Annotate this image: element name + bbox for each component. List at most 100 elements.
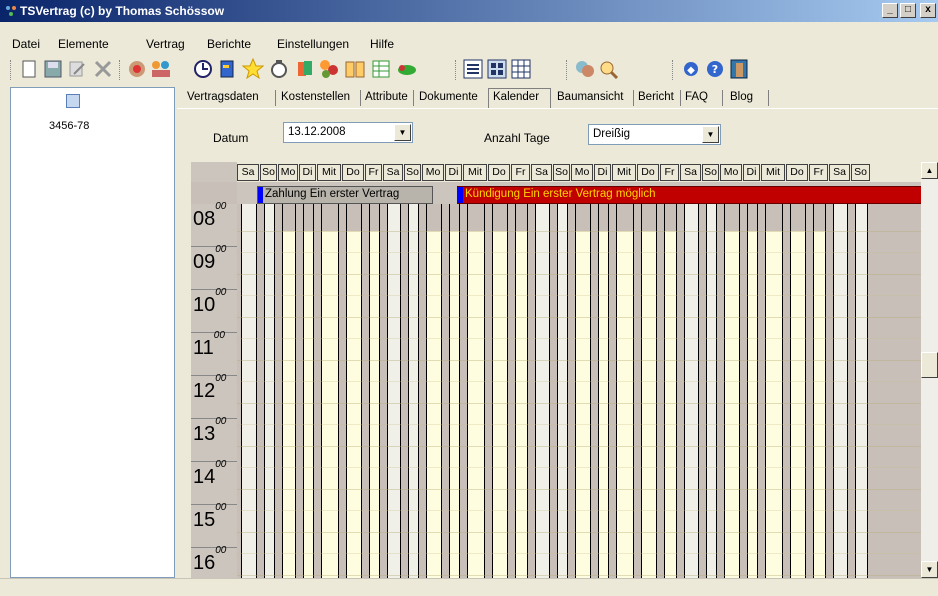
day-column[interactable] [282,204,296,578]
scroll-thumb[interactable] [921,352,938,378]
save-icon[interactable] [42,58,64,80]
day-column[interactable] [747,204,758,578]
view-list-icon[interactable] [462,58,484,80]
group-icon[interactable] [318,58,340,80]
menu-datei[interactable]: Datei [12,37,40,51]
help-icon[interactable]: ? [704,58,726,80]
day-column[interactable] [575,204,591,578]
day-column[interactable] [641,204,657,578]
day-column[interactable] [790,204,806,578]
day-column[interactable] [387,204,401,578]
search-icon[interactable] [598,58,620,80]
scroll-down-button[interactable]: ▼ [921,561,938,578]
minimize-button[interactable]: _ [882,3,898,18]
day-column[interactable] [598,204,609,578]
users-icon[interactable] [150,58,172,80]
tab-bericht[interactable]: Bericht [636,88,676,108]
edit-icon[interactable] [66,58,88,80]
tab-kalender[interactable]: Kalender [491,88,541,108]
hour-divider [191,547,237,548]
day-column[interactable] [765,204,783,578]
day-column[interactable] [706,204,717,578]
calendar-view[interactable]: Sa So Mo Di Mit Do Fr Sa So Mo Di Mit Do Fr Sa So Mo Di Mi… [191,162,921,578]
speaker-icon[interactable] [126,58,148,80]
day-column[interactable] [724,204,740,578]
day-header: Sa [829,164,850,181]
vertical-scrollbar[interactable]: ▲ ▼ [921,162,938,578]
day-header: Fr [809,164,828,181]
day-column[interactable] [467,204,485,578]
view-grid-icon[interactable] [510,58,532,80]
tab-baumansicht[interactable]: Baumansicht [555,88,625,108]
off-hours-band [347,204,361,231]
day-column[interactable] [813,204,826,578]
calendar-grid[interactable] [237,204,921,578]
day-column[interactable] [321,204,339,578]
day-header: Mit [761,164,785,181]
tab-blog[interactable]: Blog [728,88,755,108]
tools-icon[interactable] [396,58,418,80]
day-header: Sa [680,164,701,181]
day-header: So [851,164,870,181]
day-column[interactable] [535,204,550,578]
info-icon[interactable]: ◆ [680,58,702,80]
star-icon[interactable] [242,58,264,80]
tree-item-label[interactable]: 3456-78 [49,120,89,132]
open-book-icon[interactable] [344,58,366,80]
off-hours-band [493,204,507,231]
tab-kostenstellen[interactable]: Kostenstellen [279,88,352,108]
day-column[interactable] [833,204,848,578]
day-column[interactable] [241,204,257,578]
anzahl-tage-select[interactable]: Dreißig ▼ [588,124,721,145]
timer-icon[interactable] [268,58,290,80]
people-icon[interactable] [574,58,596,80]
tab-attribute[interactable]: Attribute [363,88,410,108]
view-details-icon[interactable] [486,58,508,80]
anzahl-tage-value: Dreißig [593,128,631,140]
spreadsheet-icon[interactable] [370,58,392,80]
tab-dokumente[interactable]: Dokumente [417,88,480,108]
day-column[interactable] [616,204,634,578]
menu-berichte[interactable]: Berichte [207,37,251,51]
datum-picker[interactable]: 13.12.2008 ▼ [283,122,413,143]
hour-gridline [237,575,921,576]
off-hours-band [766,204,782,231]
day-column[interactable] [492,204,508,578]
tab-faq[interactable]: FAQ [683,88,710,108]
off-hours-band [814,204,825,231]
scroll-up-button[interactable]: ▲ [921,162,938,179]
tab-vertragsdaten[interactable]: Vertragsdaten [185,88,261,108]
hour-gridline [237,231,921,232]
day-column[interactable] [449,204,460,578]
close-button[interactable]: x [920,3,936,18]
day-header: Sa [237,164,259,181]
day-column[interactable] [408,204,419,578]
exit-icon[interactable] [728,58,750,80]
day-column[interactable] [346,204,362,578]
day-column[interactable] [855,204,868,578]
document-icon[interactable] [66,94,80,108]
day-column[interactable] [664,204,677,578]
hour-divider [191,418,237,419]
day-column[interactable] [303,204,314,578]
day-column[interactable] [426,204,442,578]
day-column[interactable] [684,204,699,578]
new-icon[interactable] [18,58,40,80]
day-column[interactable] [369,204,380,578]
delete-icon[interactable] [92,58,114,80]
menu-vertrag[interactable]: Vertrag [146,37,185,51]
day-column[interactable] [557,204,568,578]
docs-icon[interactable] [294,58,316,80]
day-column[interactable] [264,204,275,578]
clock-icon[interactable] [192,58,214,80]
day-column[interactable] [515,204,528,578]
menu-elemente[interactable]: Elemente [58,37,109,51]
calendar-event[interactable]: Zahlung Ein erster Vertrag [257,186,433,204]
calendar-event[interactable]: Kündigung Ein erster Vertrag möglich [457,186,921,204]
menu-hilfe[interactable]: Hilfe [370,37,394,51]
chevron-down-icon[interactable]: ▼ [394,124,411,141]
book-icon[interactable] [216,58,238,80]
chevron-down-icon[interactable]: ▼ [702,126,719,143]
menu-einstellungen[interactable]: Einstellungen [277,37,349,51]
maximize-button[interactable]: □ [900,3,916,18]
